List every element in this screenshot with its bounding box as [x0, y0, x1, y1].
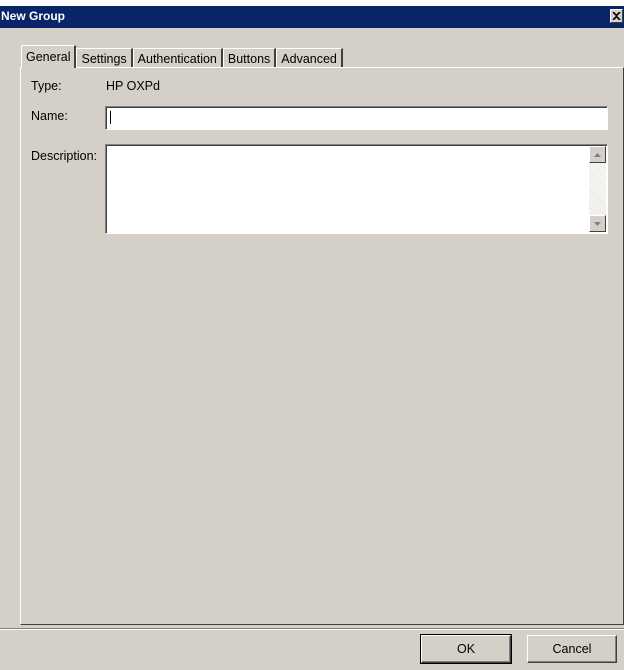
tab-buttons[interactable]: Buttons	[222, 48, 277, 68]
tab-strip: General Settings Authentication Buttons …	[21, 44, 343, 68]
text-caret	[110, 111, 111, 124]
arrow-down-icon	[594, 221, 601, 226]
arrow-up-icon	[594, 152, 601, 157]
name-label: Name:	[31, 109, 68, 123]
tab-label: Buttons	[227, 51, 271, 66]
name-input[interactable]	[105, 106, 608, 130]
description-label: Description:	[31, 149, 97, 163]
tab-authentication[interactable]: Authentication	[132, 48, 223, 68]
footer-divider	[0, 628, 624, 630]
scroll-up-button[interactable]	[589, 146, 606, 163]
cancel-button[interactable]: Cancel	[527, 635, 617, 663]
tab-general[interactable]: General	[21, 45, 77, 68]
scroll-down-button[interactable]	[589, 215, 606, 232]
ok-button[interactable]: OK	[420, 634, 512, 664]
window-title: New Group	[1, 9, 66, 23]
tab-label: General	[26, 50, 71, 64]
close-button[interactable]	[610, 9, 623, 23]
tab-label: Authentication	[137, 51, 217, 66]
tab-advanced[interactable]: Advanced	[276, 48, 343, 68]
tab-label: Settings	[81, 51, 127, 66]
title-bar[interactable]: New Group	[0, 6, 624, 28]
type-value: HP OXPd	[106, 79, 160, 93]
type-label: Type:	[31, 79, 62, 93]
description-scrollbar[interactable]	[589, 146, 606, 232]
new-group-dialog: New Group General Settings Authenticatio…	[0, 6, 624, 670]
description-textarea[interactable]	[105, 144, 608, 234]
tab-settings[interactable]: Settings	[76, 48, 133, 68]
tab-label: Advanced	[281, 51, 337, 66]
close-icon	[612, 12, 621, 20]
